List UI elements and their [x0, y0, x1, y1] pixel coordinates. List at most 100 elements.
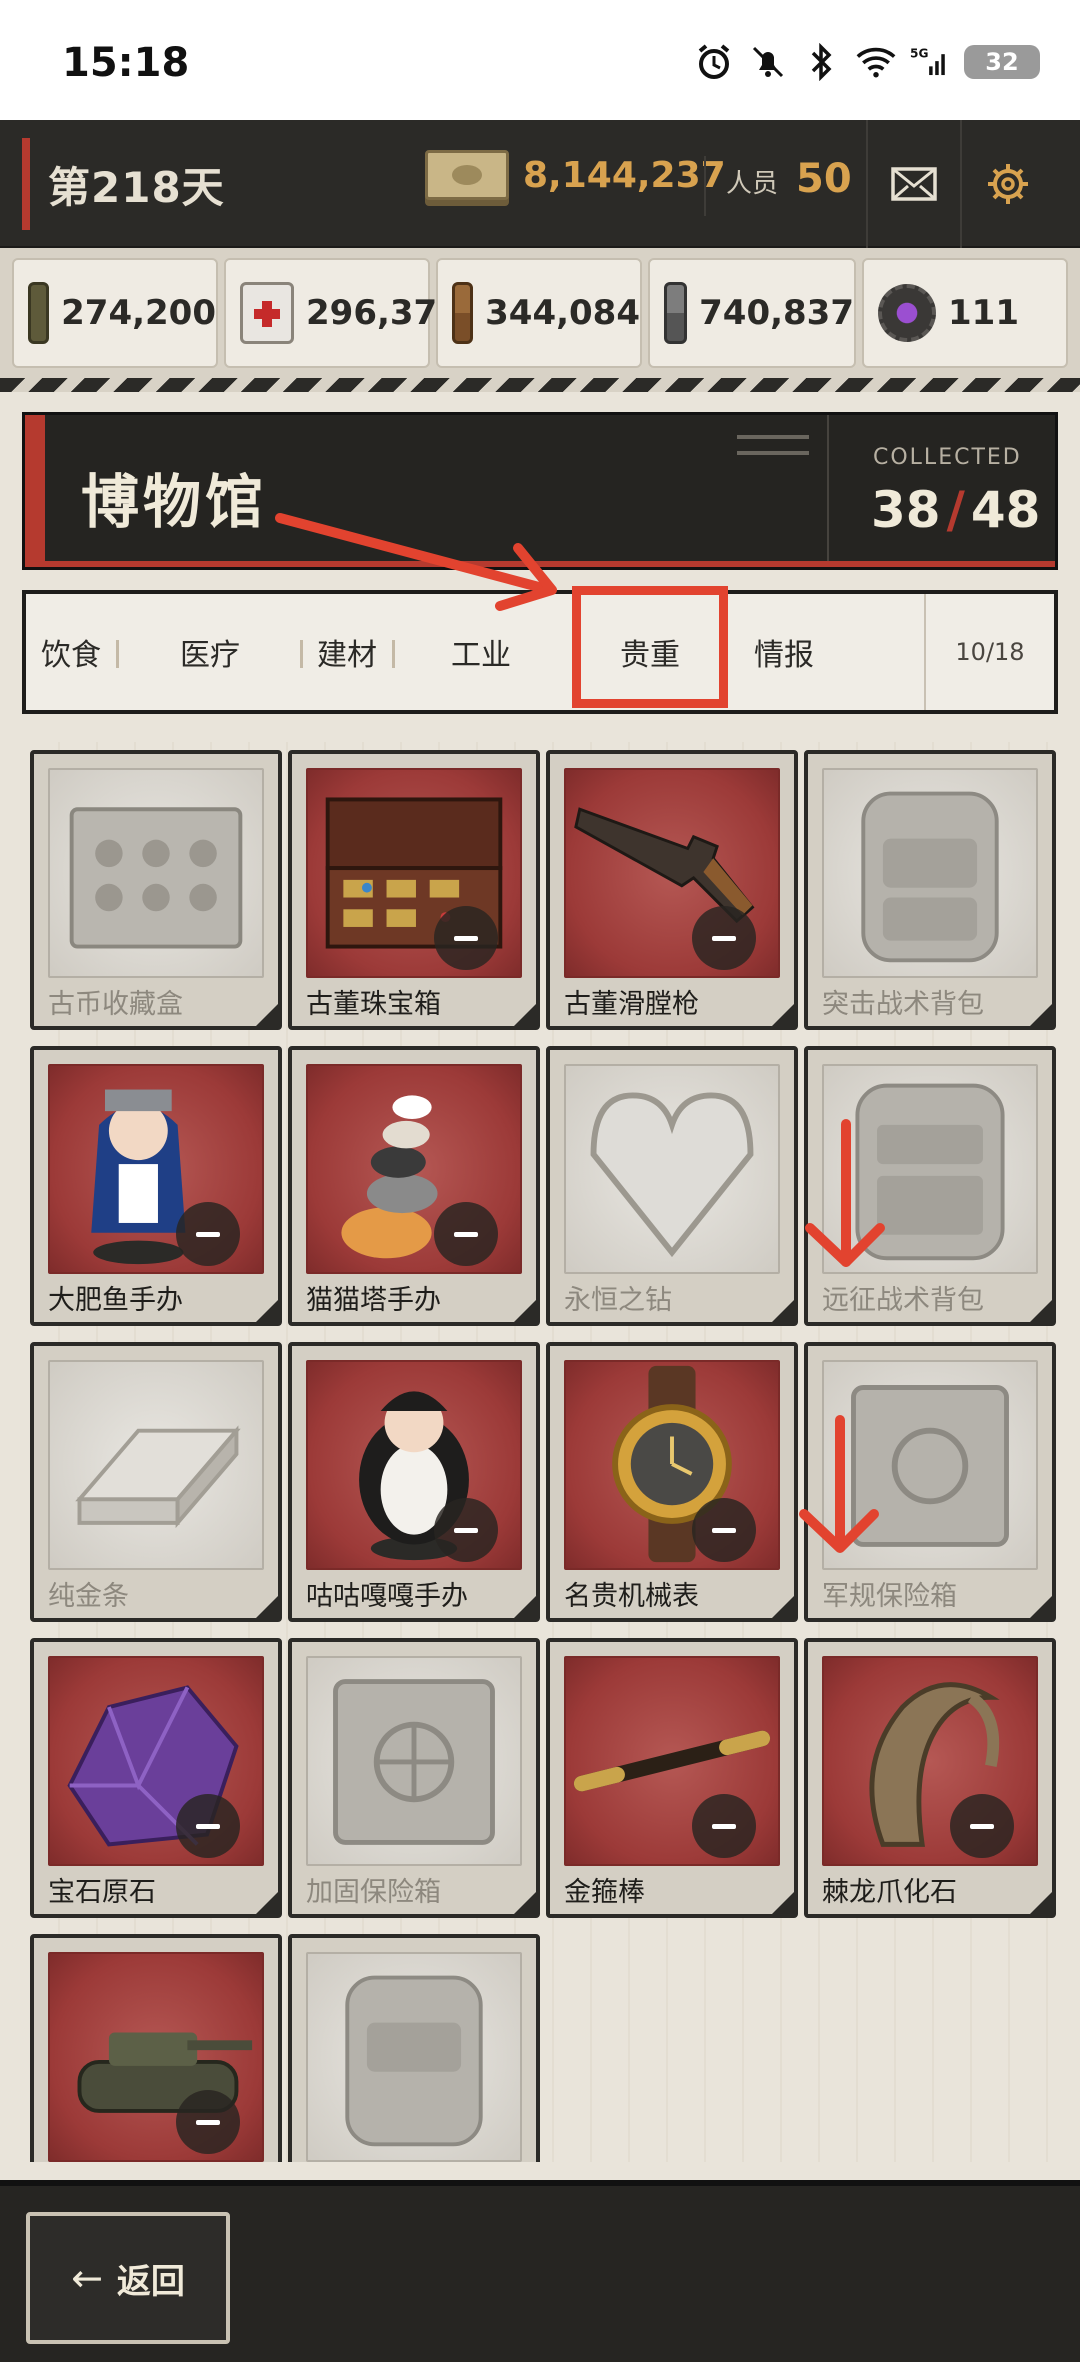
remove-button[interactable] — [176, 1794, 240, 1858]
remove-button[interactable] — [176, 2090, 240, 2154]
item-card[interactable]: 棘龙爪化石 — [804, 1638, 1056, 1918]
item-name: 军规保险箱 — [822, 1581, 957, 1612]
item-image — [306, 1656, 522, 1866]
item-card[interactable]: 大肥鱼手办 — [30, 1046, 282, 1326]
wifi-icon — [856, 42, 896, 82]
item-card[interactable]: 古币收藏盒 — [30, 750, 282, 1030]
card-corner — [256, 1004, 278, 1026]
item-card[interactable]: 猫猫塔手办 — [288, 1046, 540, 1326]
remove-button[interactable] — [176, 1202, 240, 1266]
hazard-stripe — [0, 378, 1080, 392]
arrow-left-icon: ← — [71, 2256, 103, 2300]
bottom-bar: ← 返回 — [0, 2180, 1080, 2362]
card-corner — [514, 1300, 536, 1322]
remove-button[interactable] — [692, 1498, 756, 1562]
tab-industry[interactable]: 工业 — [396, 594, 566, 710]
mail-button[interactable] — [866, 120, 960, 248]
item-card[interactable]: 金箍棒 — [546, 1638, 798, 1918]
resource-row: 274,200 296,374 344,084 740,837 111 — [0, 248, 1080, 378]
tab-medical[interactable]: 医疗 — [120, 594, 300, 710]
item-card[interactable]: 远征战术背包 — [804, 1046, 1056, 1326]
page-indicator: 10/18 — [924, 594, 1054, 710]
card-corner — [1030, 1004, 1052, 1026]
item-name: 古董滑膛枪 — [564, 989, 699, 1020]
item-image — [306, 1952, 522, 2162]
safe-icon — [333, 1679, 495, 1845]
item-card[interactable]: 古董滑膛枪 — [546, 750, 798, 1030]
backpack-icon — [861, 791, 999, 963]
item-image — [822, 1656, 1038, 1866]
resource-food-value: 274,200 — [61, 293, 216, 333]
remove-button[interactable] — [434, 1202, 498, 1266]
item-card[interactable]: 咕咕嘎嘎手办 — [288, 1342, 540, 1622]
tab-separator — [392, 640, 395, 668]
item-image — [48, 1064, 264, 1274]
safe-icon — [851, 1385, 1009, 1547]
item-name: 远征战术背包 — [822, 1285, 984, 1316]
remove-button[interactable] — [434, 1498, 498, 1562]
item-card[interactable]: 永恒之钻 — [546, 1046, 798, 1326]
tab-separator — [116, 640, 119, 668]
settings-button[interactable] — [960, 120, 1054, 248]
item-card[interactable] — [30, 1934, 282, 2162]
collected-total: 48 — [970, 481, 1041, 539]
resource-valuables[interactable]: 111 — [862, 258, 1068, 368]
money-display: 8,144,237 — [425, 150, 726, 200]
bricks-icon — [452, 282, 474, 344]
card-corner — [514, 1596, 536, 1618]
tab-intel[interactable]: 情报 — [734, 594, 834, 710]
status-bar: 15:18 5G 32 — [0, 0, 1080, 120]
item-name: 棘龙爪化石 — [822, 1877, 957, 1908]
staff-count: 50 — [796, 156, 852, 202]
card-corner — [772, 1300, 794, 1322]
card-corner — [772, 1892, 794, 1914]
backpack-icon — [855, 1083, 1005, 1261]
accent-bar — [25, 415, 45, 567]
resource-food[interactable]: 274,200 — [12, 258, 218, 368]
resource-industry[interactable]: 740,837 — [648, 258, 856, 368]
item-name: 纯金条 — [48, 1581, 129, 1612]
page-title: 博物馆 — [81, 468, 268, 536]
remove-button[interactable] — [434, 906, 498, 970]
item-name: 咕咕嘎嘎手办 — [306, 1581, 468, 1612]
gear-gem-icon — [878, 284, 936, 342]
item-name: 金箍棒 — [564, 1877, 645, 1908]
item-name: 名贵机械表 — [564, 1581, 699, 1612]
steel-bars-icon — [664, 282, 688, 344]
coin-box-icon — [69, 807, 243, 949]
item-card[interactable]: 突击战术背包 — [804, 750, 1056, 1030]
item-name: 古董珠宝箱 — [306, 989, 441, 1020]
item-name: 永恒之钻 — [564, 1285, 672, 1316]
diamond-icon — [590, 1092, 754, 1258]
remove-button[interactable] — [692, 1794, 756, 1858]
item-card[interactable]: 加固保险箱 — [288, 1638, 540, 1918]
remove-button[interactable] — [692, 906, 756, 970]
resource-valuables-value: 111 — [948, 293, 1019, 333]
item-card[interactable]: 名贵机械表 — [546, 1342, 798, 1622]
gold-bar-icon — [75, 1425, 241, 1529]
card-corner — [772, 1004, 794, 1026]
item-name: 古币收藏盒 — [48, 989, 183, 1020]
medkit-icon — [240, 282, 294, 344]
resource-medical[interactable]: 296,374 — [224, 258, 461, 368]
tab-food[interactable]: 饮食 — [26, 594, 116, 710]
item-image — [564, 1656, 780, 1866]
card-corner — [772, 1596, 794, 1618]
signal-5g-icon: 5G — [910, 42, 950, 82]
item-card[interactable]: 军规保险箱 — [804, 1342, 1056, 1622]
item-card[interactable]: 纯金条 — [30, 1342, 282, 1622]
item-image — [306, 1360, 522, 1570]
item-card[interactable] — [288, 1934, 540, 2162]
back-label: 返回 — [116, 2261, 185, 2302]
item-card[interactable]: 宝石原石 — [30, 1638, 282, 1918]
item-card[interactable]: 古董珠宝箱 — [288, 750, 540, 1030]
museum-header: 博物馆 COLLECTED 38/48 — [22, 412, 1058, 570]
alarm-icon — [694, 42, 734, 82]
resource-materials[interactable]: 344,084 — [436, 258, 642, 368]
money-value: 8,144,237 — [523, 154, 726, 196]
tab-materials[interactable]: 建材 — [302, 594, 392, 710]
status-icons: 5G 32 — [694, 42, 1040, 82]
day-counter: 第218天 — [22, 138, 225, 230]
back-button[interactable]: ← 返回 — [26, 2212, 230, 2344]
remove-button[interactable] — [950, 1794, 1014, 1858]
